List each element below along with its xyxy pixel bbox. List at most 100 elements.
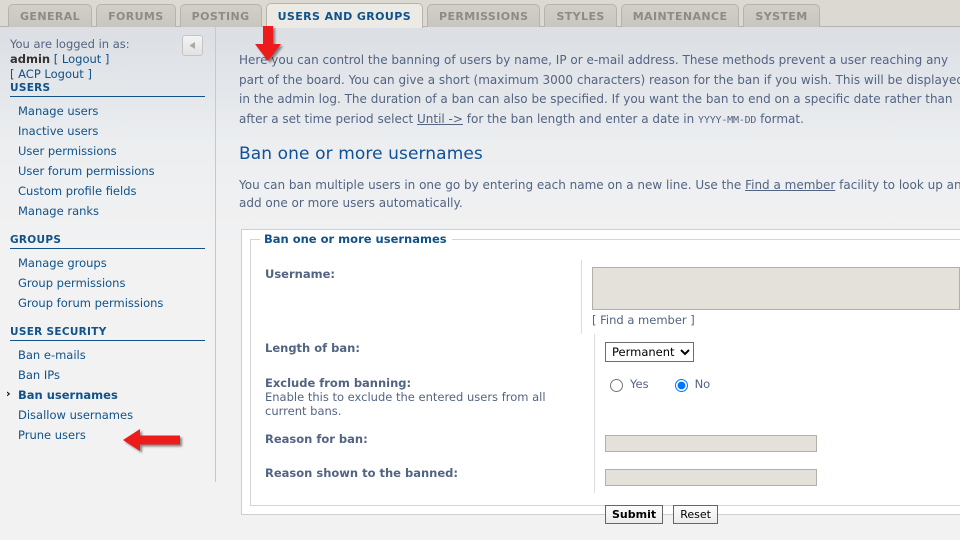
sidebar-item-prune-users[interactable]: Prune users — [10, 425, 215, 445]
sidebar-item-label[interactable]: Group permissions — [18, 276, 125, 290]
nav-heading-user-security: USER SECURITY — [10, 326, 205, 341]
until-link[interactable]: Until -> — [417, 112, 463, 126]
length-of-ban-cell: Permanent — [595, 334, 694, 369]
sidebar-item-ban-ips[interactable]: Ban IPs — [10, 365, 215, 385]
submit-button[interactable]: Submit — [605, 505, 663, 524]
arrow-down-icon — [253, 26, 283, 62]
sidebar-item-label[interactable]: Manage groups — [18, 256, 107, 270]
sidebar-item-user-permissions[interactable]: User permissions — [10, 141, 215, 161]
sidebar-item-label[interactable]: Inactive users — [18, 124, 98, 138]
nav-list-user-security: Ban e-mails Ban IPs Ban usernames Disallow … — [10, 345, 215, 445]
exclude-yes-option[interactable]: Yes — [605, 376, 649, 392]
tab-forums[interactable]: FORUMS — [96, 4, 176, 28]
length-of-ban-label: Length of ban: — [251, 334, 595, 369]
find-a-member-button[interactable]: [ Find a member ] — [592, 313, 960, 327]
form-actions: Submit Reset — [595, 493, 723, 524]
page-body: You are logged in as: admin [ Logout ] [… — [0, 27, 960, 540]
sidebar-item-label[interactable]: Ban usernames — [18, 388, 118, 402]
form-rows: Username: [ Find a member ] Length of ba… — [251, 260, 960, 524]
main-content: Here you can control the banning of user… — [227, 27, 960, 224]
sidebar-item-ban-e-mails[interactable]: Ban e-mails — [10, 345, 215, 365]
tab-permissions[interactable]: PERMISSIONS — [427, 4, 540, 28]
sidebar-item-manage-groups[interactable]: Manage groups — [10, 253, 215, 273]
tab-styles[interactable]: STYLES — [544, 4, 616, 28]
sidebar-nav: USERS Manage users Inactive users User perm… — [10, 82, 215, 445]
username-field-cell: [ Find a member ] — [582, 260, 960, 334]
app-root: GENERALFORUMSPOSTINGUSERS AND GROUPSPERM… — [0, 0, 960, 540]
exclude-yes-radio[interactable] — [610, 379, 623, 392]
sidebar-item-label[interactable]: User forum permissions — [18, 164, 155, 178]
sidebar-item-label[interactable]: User permissions — [18, 144, 117, 158]
ban-form-panel: Ban one or more usernames Username: [ Fi… — [241, 229, 960, 515]
reason-shown-label: Reason shown to the banned: — [251, 459, 595, 493]
logout-link[interactable]: [ Logout ] — [54, 52, 110, 66]
sidebar-item-manage-ranks[interactable]: Manage ranks — [10, 201, 215, 221]
reason-shown-input[interactable] — [605, 469, 817, 486]
reason-for-ban-label: Reason for ban: — [251, 425, 595, 459]
date-format-code: YYYY-MM-DD — [698, 115, 756, 126]
fieldset-legend: Ban one or more usernames — [260, 232, 452, 246]
section-description: You can ban multiple users in one go by … — [239, 176, 960, 212]
find-a-member-link[interactable]: Find a member — [745, 178, 835, 192]
exclude-description: Enable this to exclude the entered users… — [265, 390, 580, 418]
sidebar-item-inactive-users[interactable]: Inactive users — [10, 121, 215, 141]
sidebar-item-label[interactable]: Disallow usernames — [18, 408, 133, 422]
page-title: Ban one or more usernames — [239, 144, 960, 164]
acp-logout-link[interactable]: [ ACP Logout ] — [10, 67, 92, 81]
intro-text-part3: format. — [756, 112, 804, 126]
tab-system[interactable]: SYSTEM — [743, 4, 819, 28]
reason-for-ban-cell — [595, 425, 817, 459]
username-input[interactable] — [592, 267, 960, 310]
row-length-of-ban: Length of ban: Permanent — [251, 334, 960, 369]
intro-text-part2: for the ban length and enter a date in — [463, 112, 698, 126]
exclude-no-option[interactable]: No — [670, 376, 711, 392]
admin-tabbar: GENERALFORUMSPOSTINGUSERS AND GROUPSPERM… — [0, 0, 960, 27]
exclude-no-label: No — [695, 377, 711, 391]
nav-heading-users: USERS — [10, 82, 205, 97]
reason-shown-cell — [595, 459, 817, 493]
sidebar-item-label[interactable]: Prune users — [18, 428, 86, 442]
exclude-from-banning-label: Exclude from banning: Enable this to exc… — [251, 369, 595, 425]
exclude-radio-group: Yes No — [605, 376, 722, 392]
row-actions: Submit Reset — [251, 493, 960, 524]
sidebar-item-group-permissions[interactable]: Group permissions — [10, 273, 215, 293]
sidebar-item-label[interactable]: Manage users — [18, 104, 98, 118]
sidebar-item-group-forum-permissions[interactable]: Group forum permissions — [10, 293, 215, 313]
ban-fieldset: Ban one or more usernames Username: [ Fi… — [250, 239, 960, 506]
admin-tab-list: GENERALFORUMSPOSTINGUSERS AND GROUPSPERM… — [8, 3, 820, 28]
row-username: Username: [ Find a member ] — [251, 260, 960, 334]
current-username: admin — [10, 52, 50, 66]
intro-paragraph: Here you can control the banning of user… — [239, 51, 960, 130]
row-exclude-from-banning: Exclude from banning: Enable this to exc… — [251, 369, 960, 425]
ban-length-select[interactable]: Permanent — [605, 342, 694, 362]
sidebar-item-manage-users[interactable]: Manage users — [10, 101, 215, 121]
nav-list-groups: Manage groups Group permissions Group foru… — [10, 253, 215, 313]
sidebar-item-label[interactable]: Ban e-mails — [18, 348, 86, 362]
exclude-no-radio[interactable] — [675, 379, 688, 392]
sidebar-item-custom-profile-fields[interactable]: Custom profile fields — [10, 181, 215, 201]
tab-general[interactable]: GENERAL — [8, 4, 92, 28]
reason-for-ban-input[interactable] — [605, 435, 817, 452]
sidebar-item-label[interactable]: Group forum permissions — [18, 296, 163, 310]
sidebar-item-label[interactable]: Custom profile fields — [18, 184, 137, 198]
row-reason-shown: Reason shown to the banned: — [251, 459, 960, 493]
tab-users-and-groups[interactable]: USERS AND GROUPS — [266, 3, 423, 28]
actions-spacer — [251, 493, 595, 524]
nav-list-users: Manage users Inactive users User permissio… — [10, 101, 215, 221]
sidebar-item-disallow-usernames[interactable]: Disallow usernames — [10, 405, 215, 425]
row-reason-for-ban: Reason for ban: — [251, 425, 960, 459]
triangle-left-icon — [187, 40, 198, 51]
sidebar-item-label[interactable]: Manage ranks — [18, 204, 99, 218]
section-desc-part1: You can ban multiple users in one go by … — [239, 178, 745, 192]
reset-button[interactable]: Reset — [673, 505, 718, 524]
exclude-radio-cell: Yes No — [595, 369, 722, 425]
sidebar-item-ban-usernames[interactable]: Ban usernames — [10, 385, 215, 405]
sidebar-item-label[interactable]: Ban IPs — [18, 368, 60, 382]
exclude-yes-label: Yes — [630, 377, 649, 391]
tab-posting[interactable]: POSTING — [180, 4, 262, 28]
nav-heading-groups: GROUPS — [10, 234, 205, 249]
sidebar-collapse-button[interactable] — [182, 35, 203, 56]
sidebar-item-user-forum-permissions[interactable]: User forum permissions — [10, 161, 215, 181]
exclude-label-text: Exclude from banning: — [265, 376, 411, 390]
tab-maintenance[interactable]: MAINTENANCE — [621, 4, 740, 28]
